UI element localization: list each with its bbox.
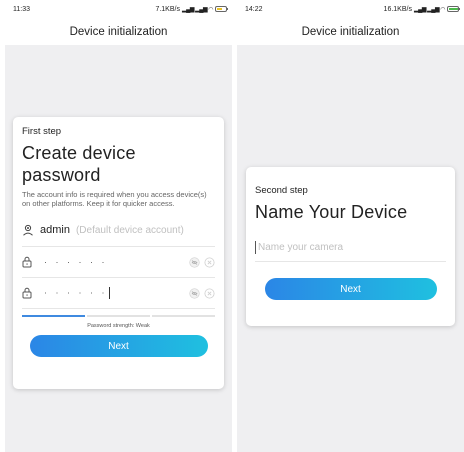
step-label: Second step — [255, 185, 308, 196]
next-button[interactable]: Next — [264, 278, 437, 300]
battery-icon — [215, 6, 228, 12]
eye-hidden-icon[interactable] — [189, 287, 200, 299]
username-hint: (Default device account) — [75, 224, 184, 236]
password-strength-text: Password strength: Weak — [87, 323, 150, 329]
clear-icon[interactable] — [204, 257, 215, 268]
network-speed: 16.1KB/s — [383, 5, 412, 13]
network-speed: 7.1KB/s — [155, 5, 180, 13]
card-description: The account info is required when you ac… — [22, 190, 207, 208]
text-cursor — [108, 287, 110, 299]
confirm-password-field[interactable]: · · · · · · — [22, 278, 215, 309]
password-strength-meter — [22, 315, 215, 318]
screen-step-two: 14:22 16.1KB/s ▂▄▆ ▂▄▆ ◠ Device initiali… — [237, 0, 464, 452]
username-row: admin (Default device account) — [22, 214, 215, 247]
create-password-card: First step Create device password The ac… — [13, 117, 224, 389]
page-title: Device initialization — [237, 18, 464, 45]
signal-icon: ▂▄▆ ▂▄▆ ◠ — [413, 6, 446, 13]
clear-icon[interactable] — [204, 288, 215, 299]
step-label: First step — [22, 126, 62, 137]
user-icon — [23, 224, 33, 236]
username-value: admin — [40, 224, 70, 236]
screen-step-one: 11:33 7.1KB/s ▂▄▆ ▂▄▆ ◠ Device initializ… — [5, 0, 232, 452]
status-time: 14:22 — [245, 5, 263, 13]
password-field[interactable]: · · · · · · — [22, 247, 215, 278]
strength-segment — [152, 315, 215, 317]
device-name-row — [255, 234, 446, 262]
status-bar: 11:33 7.1KB/s ▂▄▆ ▂▄▆ ◠ — [5, 0, 232, 18]
strength-segment — [22, 315, 85, 317]
name-device-card: Second step Name Your Device Next — [246, 167, 455, 326]
strength-segment — [87, 315, 150, 317]
next-button[interactable]: Next — [29, 335, 208, 357]
status-time: 11:33 — [13, 5, 30, 13]
card-title: Name Your Device — [255, 202, 408, 222]
signal-icon: ▂▄▆ ▂▄▆ ◠ — [181, 6, 214, 13]
device-name-input[interactable] — [255, 241, 446, 254]
battery-icon — [447, 6, 460, 12]
eye-hidden-icon[interactable] — [189, 256, 200, 268]
lock-icon — [22, 256, 32, 268]
page-title: Device initialization — [5, 18, 232, 45]
status-bar: 14:22 16.1KB/s ▂▄▆ ▂▄▆ ◠ — [237, 0, 464, 18]
lock-icon — [22, 287, 32, 299]
confirm-password-mask: · · · · · · — [44, 287, 108, 298]
card-title: Create device password — [22, 143, 136, 185]
password-mask: · · · · · · — [44, 257, 108, 267]
